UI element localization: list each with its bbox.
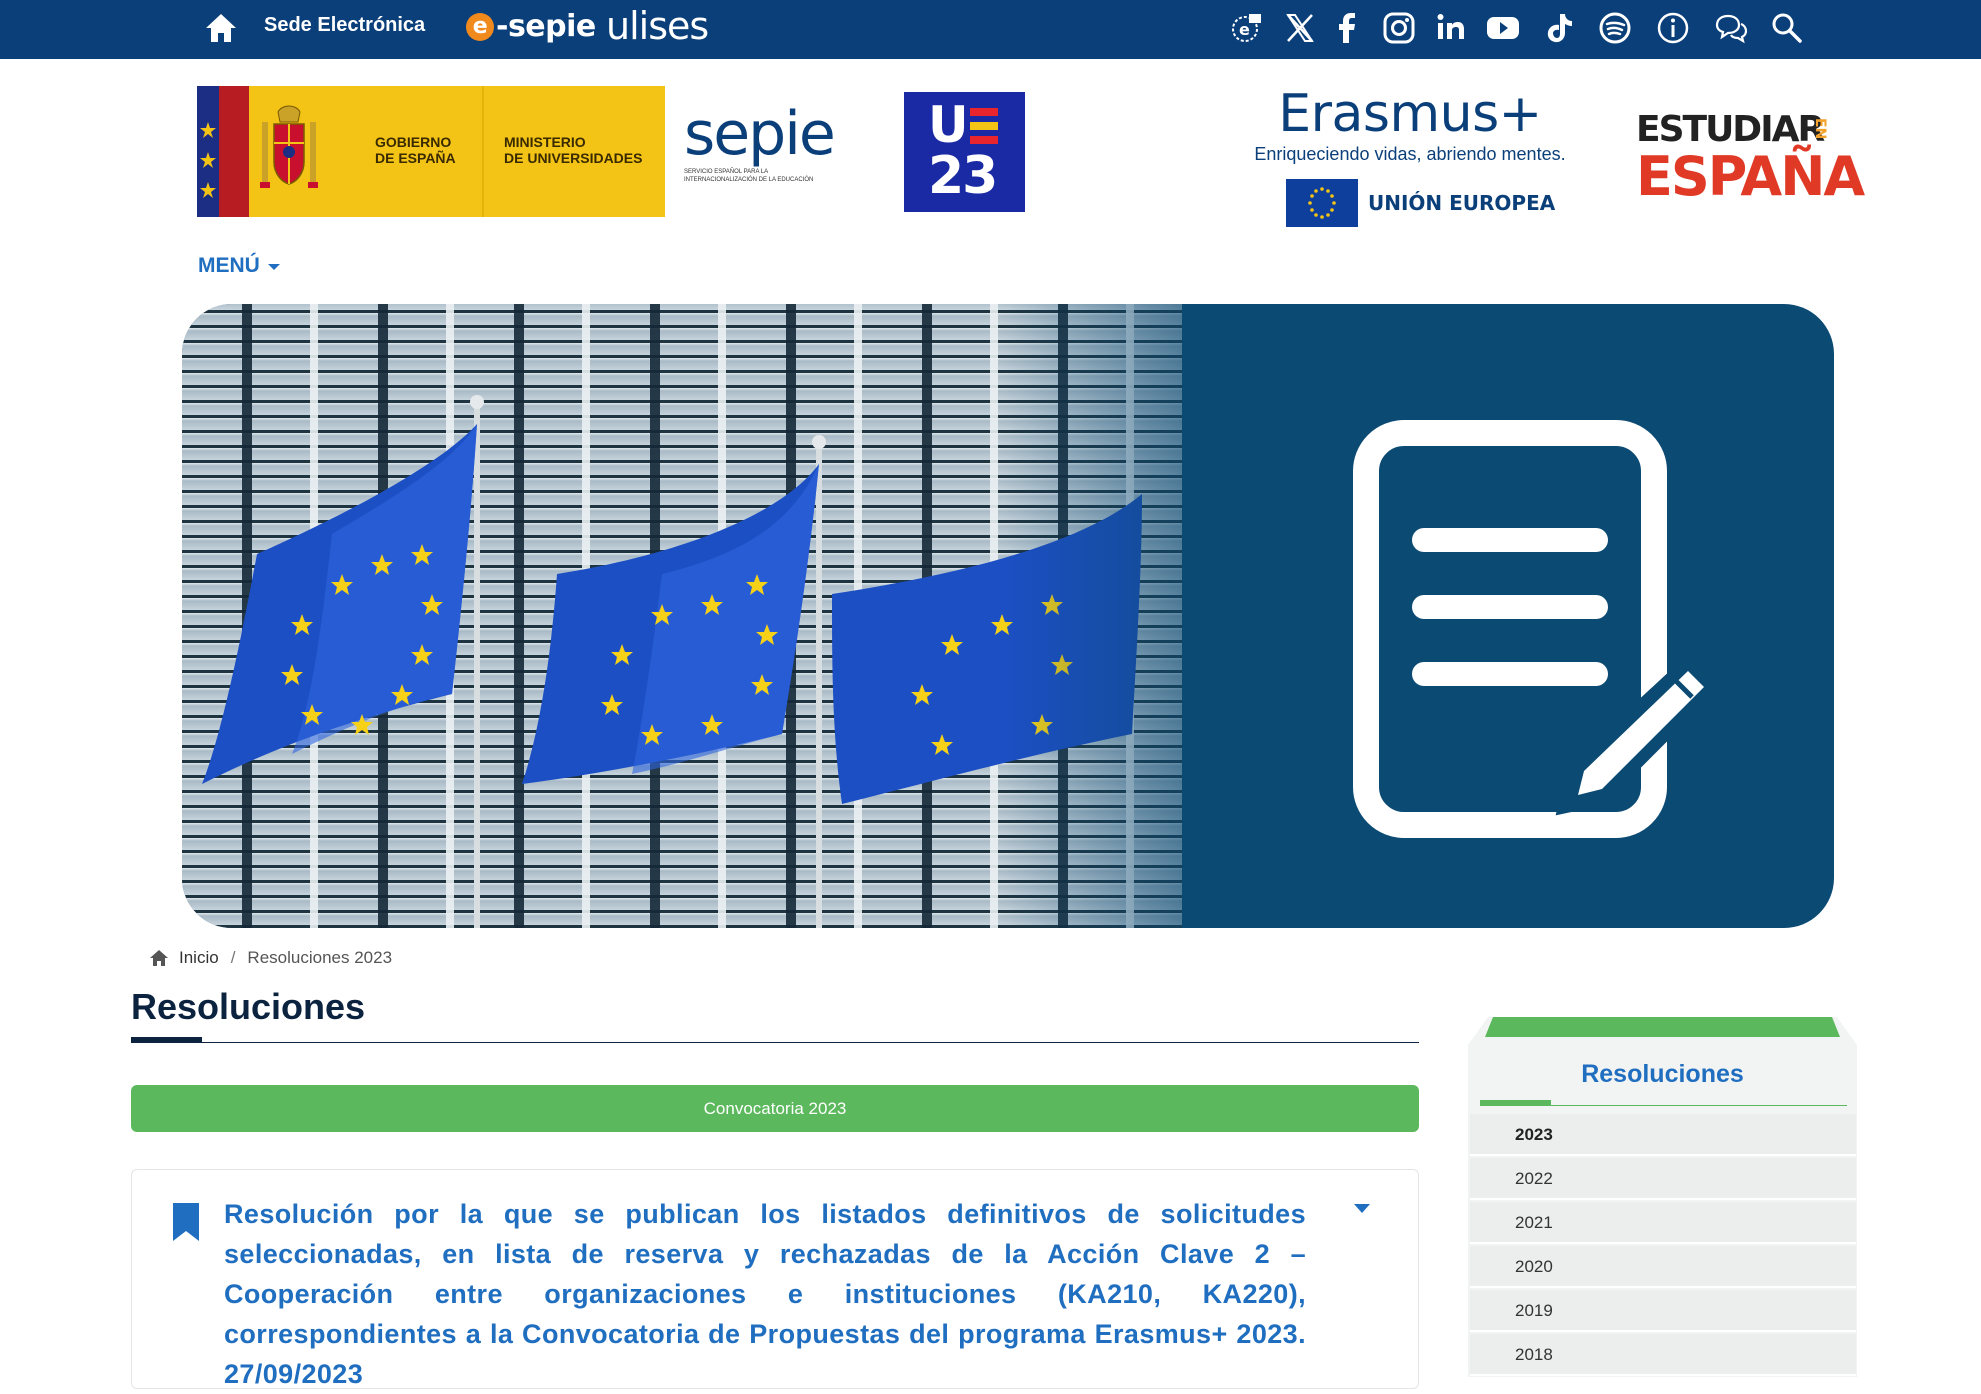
sepie-subtitle-line-1: SERVICIO ESPAÑOL PARA LA (684, 169, 769, 175)
resolution-card[interactable]: Resolución por la que se publican los li… (131, 1169, 1419, 1389)
hero-banner (182, 304, 1834, 928)
breadcrumb-home-link[interactable]: Inicio (179, 948, 219, 968)
svg-text:e: e (1239, 20, 1250, 39)
chat-icon[interactable] (1711, 8, 1751, 48)
menu-label: MENÚ (198, 254, 260, 277)
bookmark-icon (173, 1203, 199, 1241)
home-icon[interactable] (149, 949, 169, 967)
erasmus-plus-logo[interactable]: Erasmus+ Enriqueciendo vidas, abriendo m… (1240, 86, 1580, 231)
facebook-icon[interactable] (1327, 8, 1367, 48)
e-news-icon[interactable]: e (1226, 8, 1266, 48)
ministerio-text: MINISTERIO DE UNIVERSIDADES (504, 134, 642, 166)
sidebar-underline (1480, 1105, 1847, 1106)
red-stripe (219, 86, 249, 217)
eu-flag-strip (197, 86, 219, 217)
union-europea-label: UNIÓN EUROPEA (1368, 191, 1556, 215)
gobierno-line-2: DE ESPAÑA (375, 150, 456, 166)
tiktok-icon[interactable] (1540, 8, 1580, 48)
ministerio-line-1: MINISTERIO (504, 134, 586, 150)
sepie-wordmark: sepie (684, 99, 836, 169)
erasmus-tagline: Enriqueciendo vidas, abriendo mentes. (1254, 144, 1566, 164)
sidebar-title: Resoluciones (1581, 1060, 1744, 1088)
gobierno-ministerio-logo[interactable]: GOBIERNO DE ESPAÑA MINISTERIO DE UNIVERS… (197, 86, 665, 217)
breadcrumb: Inicio / Resoluciones 2023 (149, 948, 392, 968)
linkedin-icon[interactable] (1431, 8, 1471, 48)
breadcrumb-separator: / (230, 948, 236, 967)
esepie-e-badge: e (466, 13, 494, 41)
ue-stripes-icon (970, 108, 998, 146)
ulises-link[interactable]: ulises (606, 4, 709, 48)
ministerio-line-2: DE UNIVERSIDADES (504, 150, 643, 166)
spotify-icon[interactable] (1595, 8, 1635, 48)
top-bar: Sede Electrónica e -sepie ulises e (0, 0, 1981, 59)
sidebar-year-2019[interactable]: 2019 (1470, 1290, 1856, 1332)
estudiar-en-espana-logo[interactable]: ESTUDIAR ESPAÑA EN (1636, 109, 1865, 208)
sepie-subtitle-line-2: INTERNACIONALIZACIÓN DE LA EDUCACIÓN (684, 177, 814, 183)
x-twitter-icon[interactable] (1280, 8, 1320, 48)
logo-divider (482, 86, 484, 217)
ulises-label: ulises (606, 4, 709, 48)
eu-cofunded-badge: UNIÓN EUROPEA (1286, 179, 1555, 227)
page-title: Resoluciones (131, 986, 366, 1027)
sepie-subtitle: SERVICIO ESPAÑOL PARA LA INTERNACIONALIZ… (684, 168, 854, 184)
caret-down-icon (267, 264, 280, 270)
expand-caret-icon[interactable] (1354, 1204, 1370, 1213)
instagram-icon[interactable] (1379, 8, 1419, 48)
sidebar-year-2021[interactable]: 2021 (1470, 1202, 1856, 1244)
breadcrumb-current: Resoluciones 2023 (247, 948, 393, 967)
eu-flag-icon (1286, 179, 1358, 227)
esepie-link[interactable]: e -sepie (466, 9, 596, 45)
sepie-logo[interactable]: sepie SERVICIO ESPAÑOL PARA LA INTERNACI… (684, 104, 854, 200)
espana-word: ESPAÑA (1636, 145, 1865, 208)
gobierno-line-1: GOBIERNO (375, 134, 452, 150)
sidebar-year-2020[interactable]: 2020 (1470, 1246, 1856, 1288)
sidebar-top-accent (1485, 1017, 1840, 1037)
spain-coat-of-arms-icon (249, 86, 329, 217)
sede-electronica-link[interactable]: Sede Electrónica (264, 14, 425, 37)
sidebar-year-2018[interactable]: 2018 (1470, 1334, 1856, 1376)
home-icon[interactable] (203, 10, 239, 46)
hero-gradient-overlay (1002, 304, 1302, 928)
eu-blue-strip (197, 86, 219, 217)
resolution-title-link[interactable]: Resolución por la que se publican los li… (224, 1194, 1306, 1394)
sidebar-year-2023[interactable]: 2023 (1470, 1114, 1856, 1156)
main-menu-toggle[interactable]: MENÚ (198, 254, 280, 278)
erasmus-title: Erasmus+ (1278, 84, 1542, 144)
youtube-icon[interactable] (1483, 8, 1523, 48)
search-icon[interactable] (1767, 8, 1807, 48)
convocatoria-header: Convocatoria 2023 (131, 1085, 1419, 1132)
info-icon[interactable] (1653, 8, 1693, 48)
estudiar-word: ESTUDIAR (1636, 109, 1825, 150)
ue-number-23: 23 (928, 146, 998, 206)
star-strip-icon (200, 122, 216, 198)
sidebar-year-2022[interactable]: 2022 (1470, 1158, 1856, 1200)
document-edit-icon (1353, 420, 1722, 838)
esepie-label: -sepie (496, 9, 596, 44)
gobierno-espana-text: GOBIERNO DE ESPAÑA (375, 134, 456, 166)
ue-letter-u: U (928, 96, 969, 154)
en-word: EN (1812, 118, 1828, 140)
ue23-presidency-logo[interactable]: U 23 (904, 92, 1025, 212)
title-underline (131, 1042, 1419, 1043)
